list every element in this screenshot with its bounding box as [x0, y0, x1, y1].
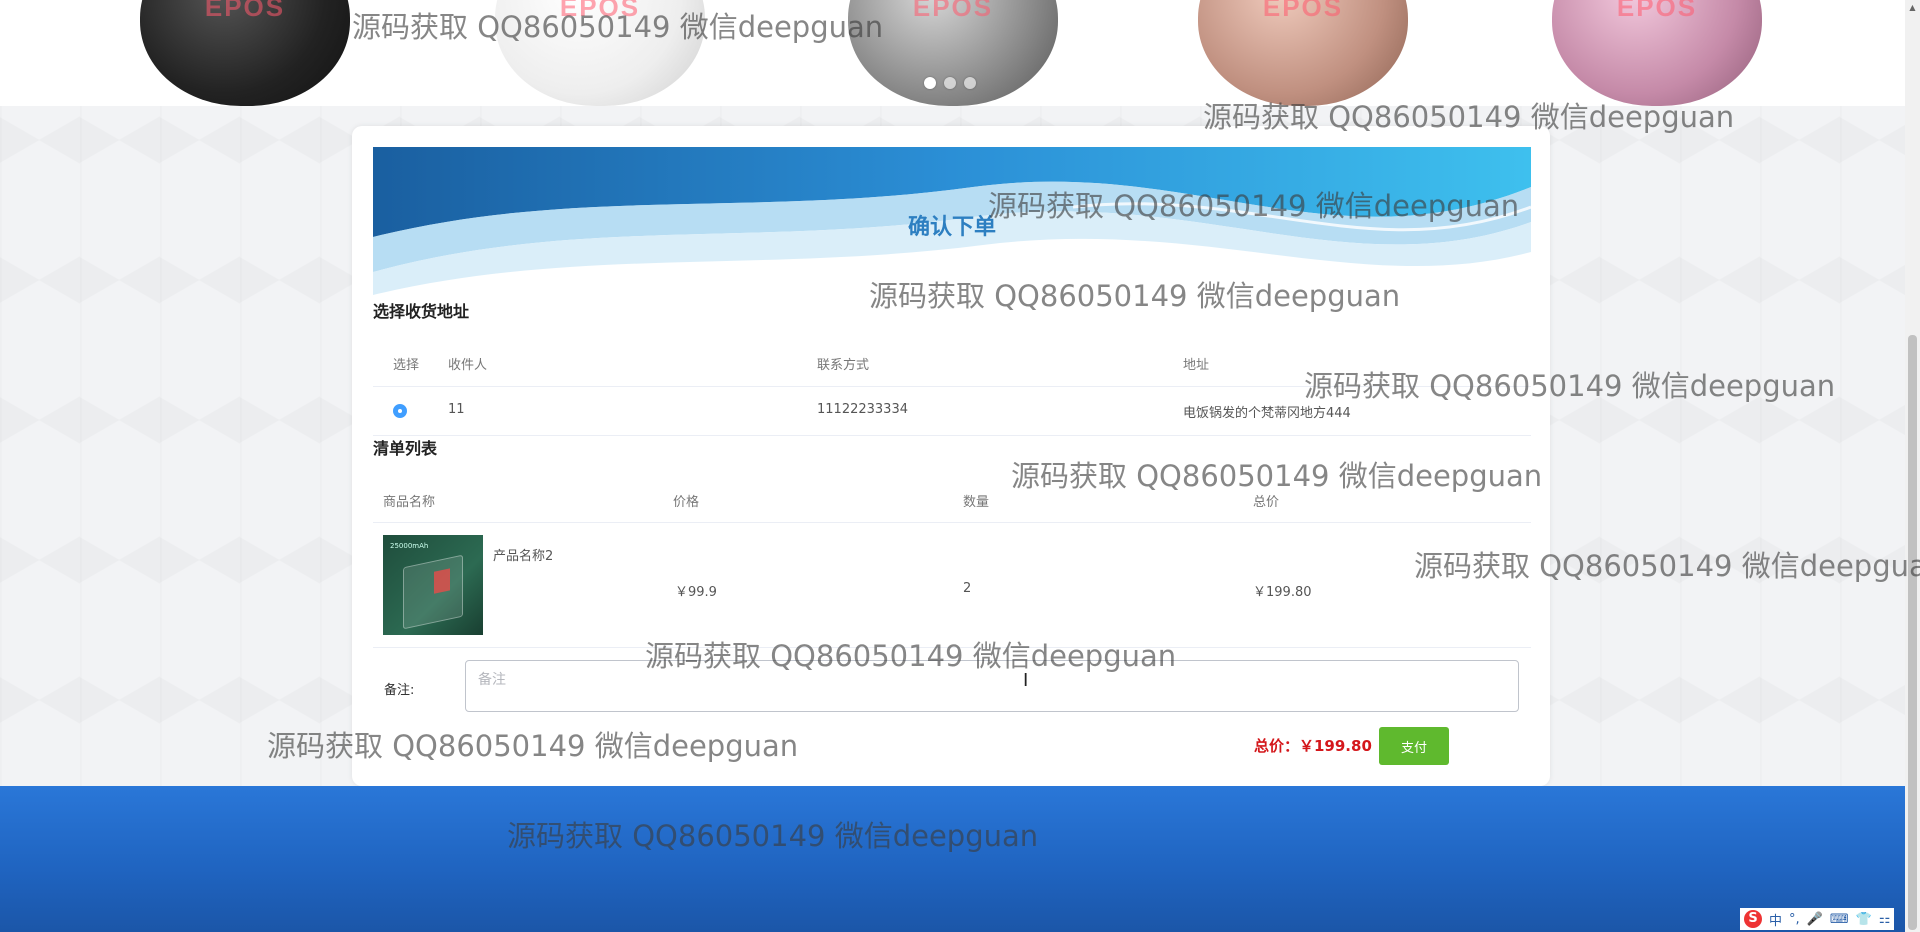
items-table: 商品名称 价格 数量 总价 25000mAh 产品名称2 ￥99.9 2 ￥19…	[373, 477, 1531, 648]
ime-language-toggle[interactable]: 中	[1769, 910, 1782, 929]
col-header-subtotal: 总价	[1253, 495, 1280, 510]
product-brand-text: EPOS	[912, 0, 994, 22]
ime-microphone-icon[interactable]: 🎤	[1807, 912, 1823, 927]
page-footer	[0, 786, 1905, 932]
product-brand-text: EPOS	[1262, 0, 1344, 22]
pay-button[interactable]: 支付	[1379, 727, 1449, 765]
col-header-quantity: 数量	[963, 495, 990, 510]
product-brand-text: EPOS	[1616, 0, 1698, 22]
carousel-indicators	[924, 77, 976, 89]
recipient-address: 电饭锅发的个梵蒂冈地方444	[1183, 406, 1351, 421]
product-price: ￥99.9	[675, 585, 717, 600]
carousel-product-black: EPOS	[140, 0, 350, 106]
scrollbar-thumb[interactable]	[1908, 335, 1917, 930]
items-table-header: 商品名称 价格 数量 总价	[373, 477, 1531, 523]
product-carousel[interactable]: EPOS EPOS EPOS EPOS EPOS	[0, 0, 1905, 106]
order-banner: 确认下单	[373, 147, 1531, 295]
col-header-phone: 联系方式	[817, 358, 870, 373]
ime-punctuation-toggle[interactable]: °,	[1789, 912, 1800, 927]
col-header-recipient: 收件人	[448, 358, 488, 373]
col-header-select: 选择	[393, 358, 420, 373]
address-table-header: 选择 收件人 联系方式 地址	[373, 340, 1531, 387]
carousel-dot-2[interactable]	[944, 77, 956, 89]
remark-label: 备注:	[384, 683, 415, 698]
product-brand-text: EPOS	[204, 0, 286, 22]
item-row: 25000mAh 产品名称2 ￥99.9 2 ￥199.80	[373, 523, 1531, 648]
product-quantity: 2	[963, 581, 972, 596]
address-section-title: 选择收货地址	[373, 302, 470, 321]
product-name[interactable]: 产品名称2	[493, 545, 553, 564]
remark-textarea[interactable]	[465, 660, 1519, 712]
recipient-phone: 11122233334	[817, 402, 908, 417]
page-title: 确认下单	[907, 215, 996, 240]
address-radio-selected[interactable]	[393, 404, 407, 418]
ime-menu-icon[interactable]: ⚏	[1879, 912, 1891, 927]
vertical-scrollbar[interactable]: ▲	[1905, 0, 1920, 932]
carousel-dot-1[interactable]	[924, 77, 936, 89]
carousel-dot-3[interactable]	[964, 77, 976, 89]
col-header-product-name: 商品名称	[383, 495, 436, 510]
address-row[interactable]: 11 11122233334 电饭锅发的个梵蒂冈地方444	[373, 387, 1531, 436]
items-section-title: 清单列表	[373, 439, 438, 458]
product-thumbnail[interactable]: 25000mAh	[383, 535, 483, 635]
product-subtotal: ￥199.80	[1253, 585, 1312, 600]
thumbnail-caption: 25000mAh	[390, 542, 429, 550]
order-total: 总价：￥199.80	[1254, 737, 1372, 755]
text-cursor-icon: I	[1023, 670, 1029, 691]
carousel-product-white: EPOS	[495, 0, 705, 106]
ime-logo-icon[interactable]: S	[1744, 910, 1762, 928]
carousel-product-rose: EPOS	[1198, 0, 1408, 106]
product-brand-text: EPOS	[559, 0, 641, 22]
ime-toolbar[interactable]: S 中 °, 🎤 ⌨ 👕 ⚏	[1740, 908, 1895, 930]
scroll-up-arrow-icon[interactable]: ▲	[1908, 3, 1917, 12]
ime-skin-icon[interactable]: 👕	[1856, 912, 1872, 927]
address-table: 选择 收件人 联系方式 地址 11 11122233334 电饭锅发的个梵蒂冈地…	[373, 340, 1531, 436]
ime-keyboard-icon[interactable]: ⌨	[1830, 912, 1849, 927]
col-header-price: 价格	[673, 495, 700, 510]
power-bank-image	[403, 554, 463, 630]
recipient-name: 11	[448, 402, 465, 417]
carousel-product-silver: EPOS	[848, 0, 1058, 106]
col-header-address: 地址	[1183, 358, 1210, 373]
carousel-product-pink: EPOS	[1552, 0, 1762, 106]
